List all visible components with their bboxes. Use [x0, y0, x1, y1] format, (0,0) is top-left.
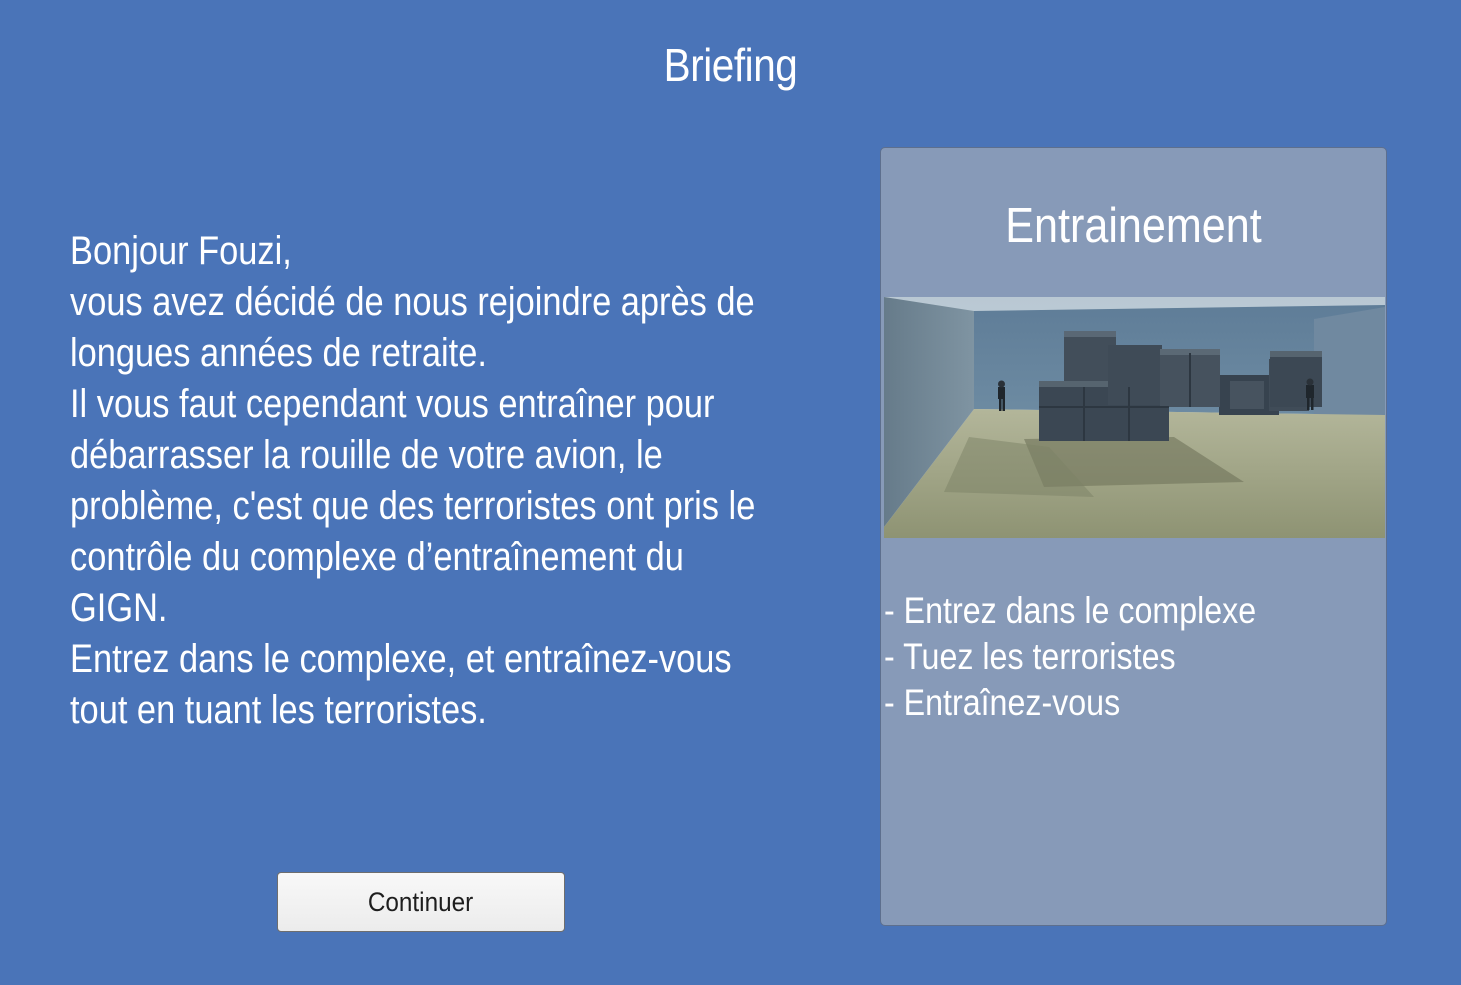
briefing-text: Bonjour Fouzi, vous avez décidé de nous … — [70, 229, 756, 732]
objectives-list: - Entrez dans le complexe - Tuez les ter… — [884, 588, 1319, 726]
objective-item: - Tuez les terroristes — [884, 636, 1176, 677]
mission-title: Entrainement — [1005, 199, 1262, 253]
objective-item: - Entraînez-vous — [884, 682, 1121, 723]
objective-item: - Entrez dans le complexe — [884, 590, 1257, 631]
mission-panel: Entrainement - Entrez dans le complexe -… — [880, 147, 1387, 926]
continue-button-label: Continuer — [368, 886, 474, 917]
screen-title: Briefing — [663, 39, 798, 91]
continue-button[interactable]: Continuer — [277, 872, 565, 932]
mission-preview-image — [884, 297, 1385, 538]
